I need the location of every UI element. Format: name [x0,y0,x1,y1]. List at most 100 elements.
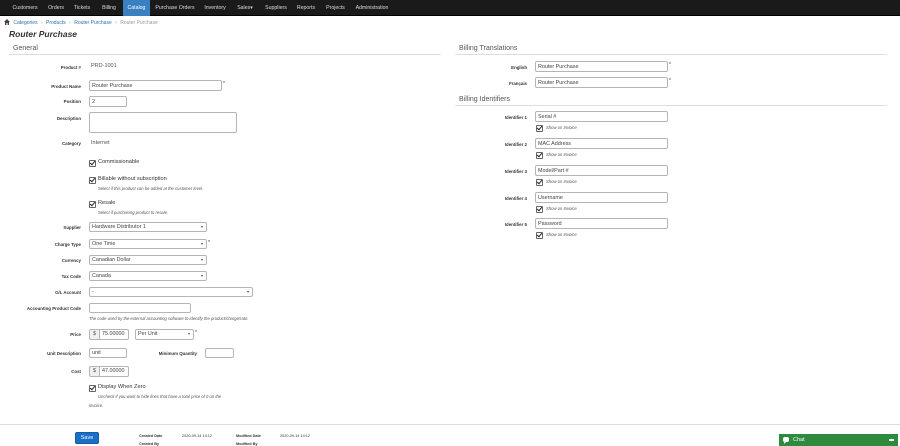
resale-checkbox[interactable] [89,200,96,208]
cost-input[interactable]: 47.00000 [99,366,129,377]
identifier-input[interactable]: Username [535,192,668,203]
identifiers-heading: Billing Identifiers [459,96,510,103]
english-input[interactable]: Router Purchase [535,61,668,72]
page-title: Router Purchase [9,29,78,39]
chat-widget[interactable]: Chat [779,434,898,446]
show-on-invoice-label: Show on Invoice [546,179,577,184]
top-nav: Customers Orders Tickets Billing Catalog… [0,0,900,16]
commissionable-label: Commissionable [98,159,140,165]
dropdown-arrow-icon [201,243,203,245]
nav-purchase-orders[interactable]: Purchase Orders [153,0,197,16]
identifier-input[interactable]: Password [535,218,668,229]
commissionable-checkbox[interactable] [89,159,96,167]
dropdown-arrow-icon [247,291,249,293]
charge-type-select[interactable]: One Time [89,239,207,249]
currency-select[interactable]: Canadian Dollar [89,255,207,265]
modified-date-label: Modified Date [236,434,261,438]
chat-bubble-icon [783,437,789,444]
category-label: Category [61,141,81,146]
check-icon [536,178,543,185]
breadcrumb-separator: › [115,20,117,26]
accounting-code-input[interactable] [89,303,191,313]
show-on-invoice-label: Show on Invoice [546,125,577,130]
nav-billing[interactable]: Billing [97,0,121,16]
nav-tickets[interactable]: Tickets [70,0,94,16]
charge-type-label: Charge Type [54,242,81,247]
show-on-invoice-checkbox[interactable] [536,124,543,132]
nav-projects[interactable]: Projects [322,0,349,16]
breadcrumb-categories[interactable]: Categories [13,19,37,27]
gl-account-select[interactable]: - [89,287,253,297]
supplier-select[interactable]: Hardware Distributor 1 [89,222,207,232]
check-icon [536,124,543,131]
footer-divider [0,424,900,425]
nav-customers[interactable]: Customers [9,0,41,16]
description-textarea[interactable] [89,112,237,133]
breadcrumb: Categories › Products › Router Purchase … [4,18,160,26]
breadcrumb-products[interactable]: Products [46,19,66,27]
nav-sales[interactable]: Sales▾ [233,0,257,16]
nav-inventory[interactable]: Inventory [200,0,230,16]
created-by-label: Created By [139,442,160,446]
price-input[interactable]: 75.00000 [99,329,129,340]
nav-suppliers[interactable]: Suppliers [261,0,291,16]
nav-reports[interactable]: Reports [294,0,318,16]
caret-down-icon: ▾ [250,5,253,11]
breadcrumb-current: Router Purchase [120,20,158,26]
modified-date-value: 2020-09-14 14:12 [280,434,310,438]
identifier-label: Identifier 1 [504,115,527,120]
tax-code-select[interactable]: Canada [89,271,207,281]
check-icon [89,200,96,207]
charge-type-select-value: One Time [92,241,116,247]
dropdown-arrow-icon [201,275,203,277]
billable-label: Billable without subscription [98,176,167,182]
identifier-label: Identifier 4 [504,196,527,201]
minimum-quantity-label: Minimum Quantity [158,351,197,356]
created-date-label: Created Date [139,434,163,438]
show-on-invoice-label: Show on Invoice [546,232,577,237]
unit-description-input[interactable]: unit [89,348,127,358]
tax-code-label: Tax Code [61,274,81,279]
identifier-input[interactable]: Model/Part # [535,165,668,176]
cost-label: Cost [71,369,81,374]
display-zero-checkbox[interactable] [89,384,96,392]
required-mark: * [669,78,671,84]
minimize-icon[interactable] [889,439,894,441]
position-input[interactable]: 2 [89,96,127,107]
check-icon [536,151,543,158]
billable-checkbox[interactable] [89,176,96,184]
show-on-invoice-checkbox[interactable] [536,151,543,159]
show-on-invoice-checkbox[interactable] [536,205,543,213]
show-on-invoice-checkbox[interactable] [536,231,543,239]
accounting-code-label: Accounting Product Code [26,306,81,311]
price-unit-select[interactable]: Per Unit [135,329,194,340]
french-label: Français [508,81,527,86]
nav-administration[interactable]: Administration [352,0,392,16]
french-input[interactable]: Router Purchase [535,77,668,88]
product-number-label: Product # [60,65,81,70]
breadcrumb-separator: › [40,20,43,26]
nav-orders[interactable]: Orders [44,0,68,16]
dropdown-arrow-icon [188,333,190,335]
check-icon [536,205,543,212]
gl-account-label: G/L Account [55,290,81,295]
minimum-quantity-input[interactable] [205,348,234,358]
breadcrumb-product[interactable]: Router Purchase [74,19,112,27]
accounting-code-hint: The code used by the external accounting… [89,316,249,321]
home-icon[interactable] [4,19,10,25]
identifier-input[interactable]: MAC Address [535,138,668,149]
show-on-invoice-checkbox[interactable] [536,178,543,186]
save-button[interactable]: Save [75,432,99,444]
identifier-label: Identifier 5 [504,222,527,227]
product-name-label: Product Name [51,84,81,89]
required-mark: * [195,330,197,336]
identifier-input[interactable]: Serial # [535,111,668,122]
product-name-input[interactable]: Router Purchase [89,80,222,91]
identifiers-divider [455,105,887,106]
dropdown-arrow-icon [201,259,203,261]
dropdown-arrow-icon [201,226,203,228]
nav-catalog[interactable]: Catalog [123,0,150,16]
general-heading: General [13,45,38,52]
product-number-value: PRD-1001 [91,63,117,69]
price-label: Price [70,332,81,337]
